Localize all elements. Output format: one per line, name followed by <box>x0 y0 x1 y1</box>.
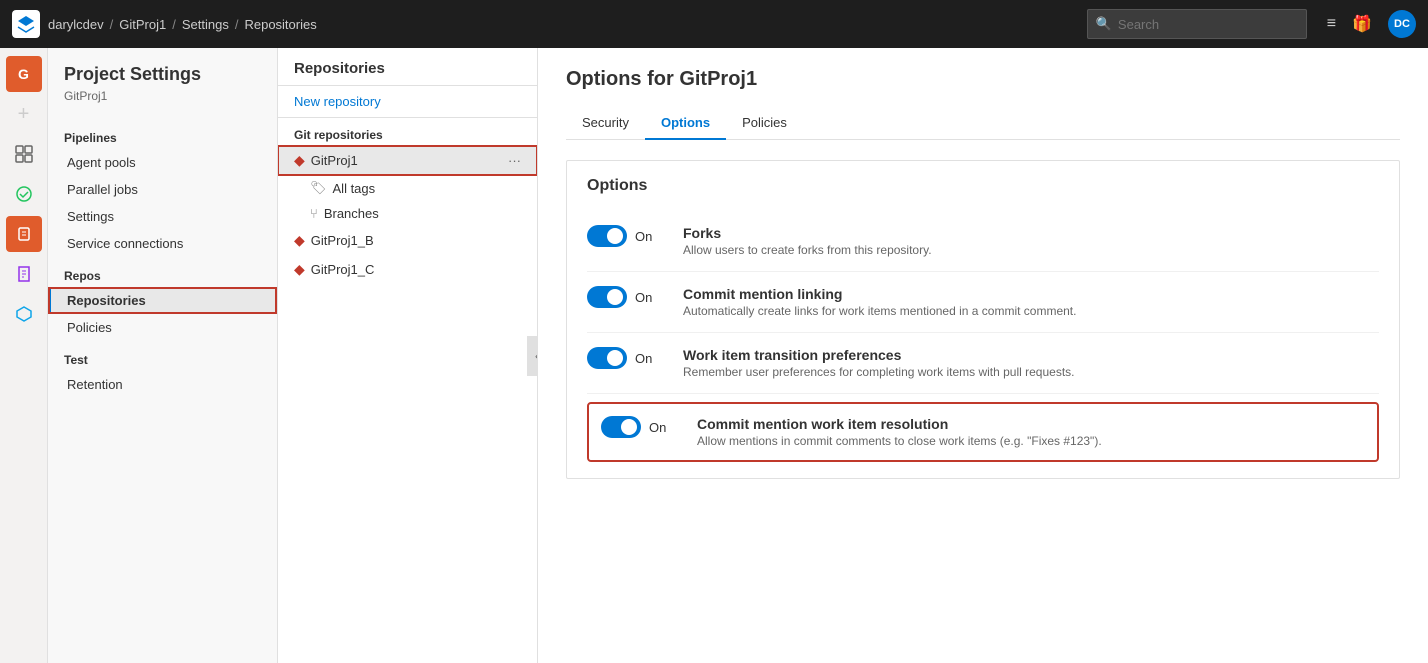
repo-sub-all-tags[interactable]: 🏷 All tags <box>278 175 537 201</box>
branch-icon: ⑂ <box>310 206 318 221</box>
toggle-area-work-item-transition: On <box>587 347 667 369</box>
repo-icon-gitproj1: ◆ <box>294 152 305 169</box>
gift-icon[interactable]: 🎁 <box>1352 14 1372 34</box>
rail-add-icon[interactable]: + <box>6 96 42 132</box>
option-name-commit-resolution: Commit mention work item resolution <box>697 416 1365 432</box>
settings-item-service-connections[interactable]: Service connections <box>48 230 277 257</box>
rail-org-icon[interactable]: G <box>6 56 42 92</box>
toggle-area-commit-linking: On <box>587 286 667 308</box>
breadcrumb-settings[interactable]: Settings <box>182 17 229 32</box>
repo-name-gitproj1b: GitProj1_B <box>311 233 374 248</box>
option-row-commit-linking: On Commit mention linking Automatically … <box>587 272 1379 333</box>
repo-sub-branches[interactable]: ⑂ Branches <box>278 201 537 226</box>
options-section: Options On Forks Allow users to create f… <box>566 160 1400 479</box>
breadcrumb-sep2: / <box>172 17 176 32</box>
repo-name-gitproj1: GitProj1 <box>311 153 358 168</box>
option-desc-commit-resolution: Allow mentions in commit comments to clo… <box>697 434 1365 448</box>
option-name-work-item-transition: Work item transition preferences <box>683 347 1379 363</box>
git-repos-label: Git repositories <box>278 118 537 146</box>
toggle-area-forks: On <box>587 225 667 247</box>
tab-security[interactable]: Security <box>566 107 645 140</box>
toggle-label-commit-resolution: On <box>649 420 666 435</box>
rail-repos-icon[interactable] <box>6 216 42 252</box>
settings-item-policies[interactable]: Policies <box>48 314 277 341</box>
toggle-commit-linking[interactable] <box>587 286 627 308</box>
option-name-forks: Forks <box>683 225 1379 241</box>
repos-panel-title: Repositories <box>278 48 537 86</box>
toggle-label-work-item-transition: On <box>635 351 652 366</box>
option-text-commit-resolution: Commit mention work item resolution Allo… <box>697 416 1365 448</box>
search-box[interactable]: 🔍 <box>1087 9 1307 39</box>
topbar-icons: ≡ 🎁 DC <box>1327 10 1416 38</box>
tab-policies[interactable]: Policies <box>726 107 803 140</box>
option-name-commit-linking: Commit mention linking <box>683 286 1379 302</box>
option-row-forks: On Forks Allow users to create forks fro… <box>587 211 1379 272</box>
breadcrumb-proj[interactable]: GitProj1 <box>119 17 166 32</box>
settings-item-parallel-jobs[interactable]: Parallel jobs <box>48 176 277 203</box>
topbar: darylcdev / GitProj1 / Settings / Reposi… <box>0 0 1428 48</box>
settings-sidebar: Project Settings GitProj1 Pipelines Agen… <box>48 48 278 663</box>
tag-icon: 🏷 <box>310 180 327 196</box>
main-layout: G + Project Settings GitProj1 Pipelines … <box>0 48 1428 663</box>
content-tabs: Security Options Policies <box>566 107 1400 140</box>
rail-pipelines-icon[interactable] <box>6 176 42 212</box>
breadcrumb-org[interactable]: darylcdev <box>48 17 104 32</box>
option-text-work-item-transition: Work item transition preferences Remembe… <box>683 347 1379 379</box>
search-input[interactable] <box>1118 17 1298 32</box>
settings-item-settings[interactable]: Settings <box>48 203 277 230</box>
repo-more-gitproj1[interactable]: ··· <box>508 153 521 168</box>
search-icon: 🔍 <box>1096 16 1112 32</box>
section-label-repos: Repos <box>48 257 277 287</box>
main-content: Options for GitProj1 Security Options Po… <box>538 48 1428 663</box>
breadcrumb-sep3: / <box>235 17 239 32</box>
rail-testplans-icon[interactable] <box>6 256 42 292</box>
option-desc-commit-linking: Automatically create links for work item… <box>683 304 1379 318</box>
repo-item-gitproj1[interactable]: ◆ GitProj1 ··· <box>278 146 537 175</box>
option-desc-forks: Allow users to create forks from this re… <box>683 243 1379 257</box>
tab-options[interactable]: Options <box>645 107 726 140</box>
toggle-commit-resolution[interactable] <box>601 416 641 438</box>
breadcrumb-sep1: / <box>110 17 114 32</box>
list-icon[interactable]: ≡ <box>1327 15 1336 33</box>
icon-rail: G + <box>0 48 48 663</box>
repo-icon-gitproj1c: ◆ <box>294 261 305 278</box>
toggle-work-item-transition[interactable] <box>587 347 627 369</box>
repo-item-gitproj1b[interactable]: ◆ GitProj1_B <box>278 226 537 255</box>
collapse-panel-handle[interactable]: ‹ <box>527 336 538 376</box>
rail-artifacts-icon[interactable] <box>6 296 42 332</box>
avatar[interactable]: DC <box>1388 10 1416 38</box>
repo-item-gitproj1c[interactable]: ◆ GitProj1_C <box>278 255 537 284</box>
section-label-pipelines: Pipelines <box>48 119 277 149</box>
toggle-label-commit-linking: On <box>635 290 652 305</box>
settings-item-agent-pools[interactable]: Agent pools <box>48 149 277 176</box>
breadcrumb: darylcdev / GitProj1 / Settings / Reposi… <box>48 17 317 32</box>
content-title: Options for GitProj1 <box>566 68 1400 91</box>
settings-item-repositories[interactable]: Repositories <box>48 287 277 314</box>
toggle-area-commit-resolution: On <box>601 416 681 438</box>
branches-label: Branches <box>324 206 379 221</box>
settings-item-retention[interactable]: Retention <box>48 371 277 398</box>
toggle-label-forks: On <box>635 229 652 244</box>
repo-name-gitproj1c: GitProj1_C <box>311 262 375 277</box>
toggle-forks[interactable] <box>587 225 627 247</box>
option-text-forks: Forks Allow users to create forks from t… <box>683 225 1379 257</box>
new-repo-button[interactable]: New repository <box>278 86 537 118</box>
options-section-title: Options <box>587 177 1379 195</box>
option-text-commit-linking: Commit mention linking Automatically cre… <box>683 286 1379 318</box>
breadcrumb-repos[interactable]: Repositories <box>244 17 316 32</box>
option-row-work-item-transition: On Work item transition preferences Reme… <box>587 333 1379 394</box>
option-desc-work-item-transition: Remember user preferences for completing… <box>683 365 1379 379</box>
rail-boards-icon[interactable] <box>6 136 42 172</box>
repo-icon-gitproj1b: ◆ <box>294 232 305 249</box>
settings-title: Project Settings <box>48 64 277 89</box>
section-label-test: Test <box>48 341 277 371</box>
repos-panel: Repositories New repository Git reposito… <box>278 48 538 663</box>
all-tags-label: All tags <box>333 181 376 196</box>
option-row-commit-resolution: On Commit mention work item resolution A… <box>587 402 1379 462</box>
app-logo[interactable] <box>12 10 40 38</box>
settings-subtitle: GitProj1 <box>48 89 277 119</box>
